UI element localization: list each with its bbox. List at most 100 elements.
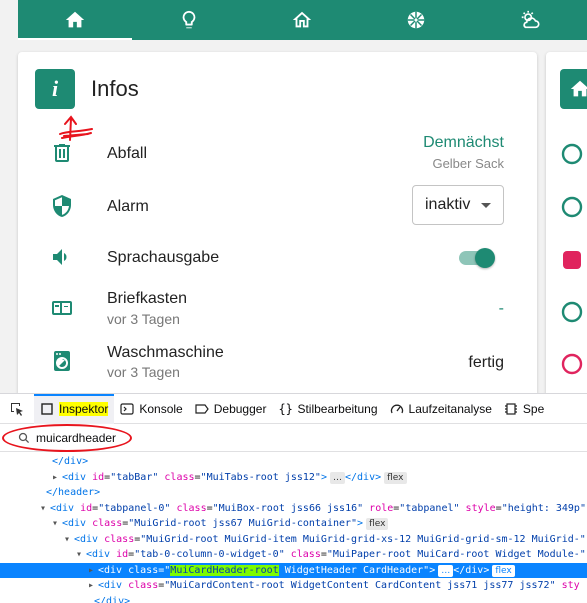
picker-icon [11, 402, 23, 416]
attr-name: id [116, 549, 129, 560]
inspector-icon [41, 402, 53, 415]
expand-toggle-icon: ▸ [88, 564, 95, 576]
attr-name: class [128, 564, 159, 576]
markup-node[interactable]: ▾ <div id="tabpanel-0" class="MuiBox-root… [0, 501, 587, 517]
row-abfall[interactable]: Abfall Demnächst Gelber Sack [18, 131, 537, 175]
row-value: Demnächst [423, 134, 504, 151]
attr-value: "MuiBox-root jss66 jss16" [212, 502, 364, 514]
closing-tag: </header> [46, 487, 101, 498]
alarm-select[interactable]: inaktiv [412, 185, 504, 225]
row-briefkasten[interactable]: Briefkasten vor 3 Tagen - [18, 286, 537, 330]
tab-house[interactable] [246, 0, 360, 40]
house-outline-icon [293, 11, 312, 28]
debugger-icon [195, 403, 209, 414]
tab-inspector[interactable]: Inspektor [34, 393, 115, 424]
closing-tag: </div> [94, 595, 131, 603]
closing-tag: </div> [345, 471, 382, 483]
washing-machine-icon [50, 349, 74, 373]
closing-tag: </div> [453, 564, 490, 576]
infos-card: i Infos Abfall Demnächst Gelber Sack Ala… [18, 52, 537, 393]
alert-icon [560, 248, 584, 272]
status-icon [560, 142, 584, 166]
attr-name: id [92, 471, 105, 483]
expand-toggle-icon: ▾ [76, 549, 83, 560]
tab-debugger[interactable]: Debugger [189, 394, 273, 424]
tag-end: > [320, 471, 327, 483]
row-alarm: Alarm inaktiv [18, 184, 537, 228]
attr-name: class [128, 580, 159, 591]
aperture-icon [408, 11, 425, 29]
braces-icon: {} [278, 401, 293, 416]
flex-badge: flex [366, 518, 389, 530]
tab-label: Konsole [139, 401, 183, 416]
mailbox-icon [50, 296, 74, 320]
attr-name: role [369, 502, 394, 514]
row-label: Briefkasten [107, 290, 188, 307]
tag-name: <div [62, 518, 87, 529]
shield-icon [50, 194, 74, 218]
gauge-icon [390, 404, 403, 413]
attr-name: sty [561, 580, 580, 591]
markup-node[interactable]: ▾ <div id="tab-0-column-0-widget-0" class… [0, 547, 587, 563]
tab-console[interactable]: Konsole [114, 394, 188, 424]
row-label: Sprachausgabe [107, 249, 220, 266]
info-avatar: i [35, 69, 75, 109]
expand-toggle-icon: ▾ [64, 533, 71, 545]
row-waschmaschine[interactable]: Waschmaschine vor 3 Tagen fertig [18, 339, 537, 383]
trash-icon [50, 141, 74, 165]
speech-toggle[interactable] [458, 248, 496, 268]
markup-node[interactable]: </header> [0, 485, 587, 501]
row-label: Waschmaschine [107, 344, 224, 361]
markup-node[interactable]: </div> [0, 594, 587, 603]
tab-camera[interactable] [359, 0, 473, 40]
markup-node[interactable]: </div> [0, 454, 587, 470]
tag-end: > [357, 518, 364, 529]
markup-node[interactable]: ▸ <div class="MuiCardHeader-root WidgetHe… [0, 562, 587, 578]
tab-label: Stilbearbeitung [297, 401, 378, 416]
card-title: Infos [91, 76, 139, 101]
attr-name: class [104, 533, 135, 545]
tag-name: <div [98, 580, 123, 591]
row-sub: vor 3 Tagen [107, 311, 180, 327]
tab-style-editor[interactable]: {} Stilbearbeitung [272, 394, 383, 424]
markup-node[interactable]: ▸ <div class="MuiCardContent-root WidgetC… [0, 578, 587, 594]
element-picker-button[interactable] [0, 394, 34, 424]
tab-performance[interactable]: Laufzeitanalyse [384, 394, 498, 424]
markup-node[interactable]: ▾ <div class="MuiGrid-root jss67 MuiGrid-… [0, 516, 587, 532]
tab-lights[interactable] [132, 0, 246, 40]
search-match: MuiCardHeader-root [170, 564, 279, 576]
lightbulb-icon [182, 10, 196, 29]
tag-name: <div [50, 502, 75, 514]
attr-name: class [176, 502, 207, 514]
attr-name: style [465, 502, 496, 514]
devtools-toolbar: Inspektor Konsole Debugger {} Stilbearbe… [0, 393, 587, 424]
app-viewport: i Infos Abfall Demnächst Gelber Sack Ala… [0, 0, 587, 393]
status-icon [560, 195, 584, 219]
row-value: - [498, 300, 504, 317]
devtools-panel: Inspektor Konsole Debugger {} Stilbearbe… [0, 393, 587, 603]
tag-name: <div [98, 564, 123, 576]
toggle-thumb [475, 248, 495, 268]
expand-toggle-icon: ▸ [52, 471, 59, 483]
collapsed-content-badge: … [330, 471, 345, 484]
tab-home[interactable] [18, 0, 132, 40]
tab-label: Laufzeitanalyse [408, 401, 492, 416]
home-icon [570, 80, 587, 97]
tab-memory[interactable]: Spe [498, 394, 550, 424]
weather-icon [521, 10, 540, 29]
tab-weather[interactable] [473, 0, 587, 40]
speaker-icon [50, 245, 74, 269]
markup-tree: </div> ▸ <div id="tabBar" class="MuiTabs-r… [0, 452, 587, 603]
attr-value: "MuiCardHeader-root WidgetHeader CardHea… [164, 564, 430, 576]
attr-name: id [80, 502, 93, 514]
expand-toggle-icon: ▾ [40, 502, 47, 514]
markup-node[interactable]: ▾ <div class="MuiGrid-root MuiGrid-item M… [0, 532, 587, 548]
attr-value: "tabpanel-0" [98, 502, 171, 514]
row-value-sub: Gelber Sack [432, 156, 504, 171]
expand-toggle-icon: ▾ [52, 518, 59, 529]
attr-value: "tabpanel" [399, 502, 460, 514]
markup-node[interactable]: ▸ <div id="tabBar" class="MuiTabs-root js… [0, 470, 587, 486]
home-icon [65, 11, 85, 28]
attr-value: "MuiCardContent-root WidgetContent CardC… [164, 580, 556, 591]
row-value: fertig [468, 354, 504, 371]
